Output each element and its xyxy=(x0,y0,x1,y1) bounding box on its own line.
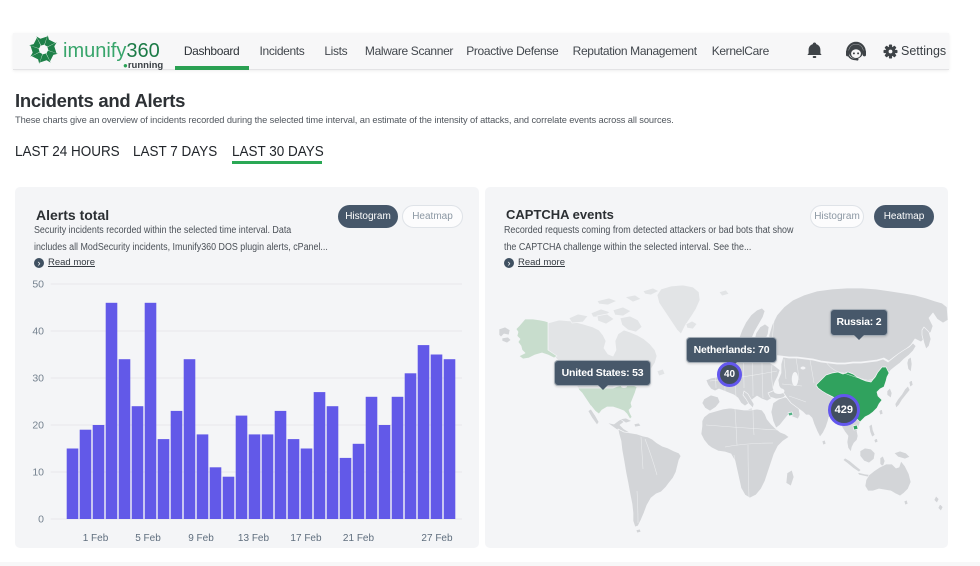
svg-text:40: 40 xyxy=(32,326,44,338)
svg-text:1 Feb: 1 Feb xyxy=(83,533,109,544)
svg-text:10: 10 xyxy=(32,467,44,479)
svg-text:50: 50 xyxy=(32,279,44,291)
svg-text:9 Feb: 9 Feb xyxy=(188,533,214,544)
svg-text:20: 20 xyxy=(32,420,44,432)
svg-text:0: 0 xyxy=(38,514,44,526)
svg-text:5 Feb: 5 Feb xyxy=(135,533,161,544)
svg-text:30: 30 xyxy=(32,373,44,385)
svg-text:27 Feb: 27 Feb xyxy=(421,533,453,544)
svg-text:13 Feb: 13 Feb xyxy=(238,533,270,544)
svg-text:17 Feb: 17 Feb xyxy=(290,533,322,544)
svg-text:21 Feb: 21 Feb xyxy=(343,533,375,544)
